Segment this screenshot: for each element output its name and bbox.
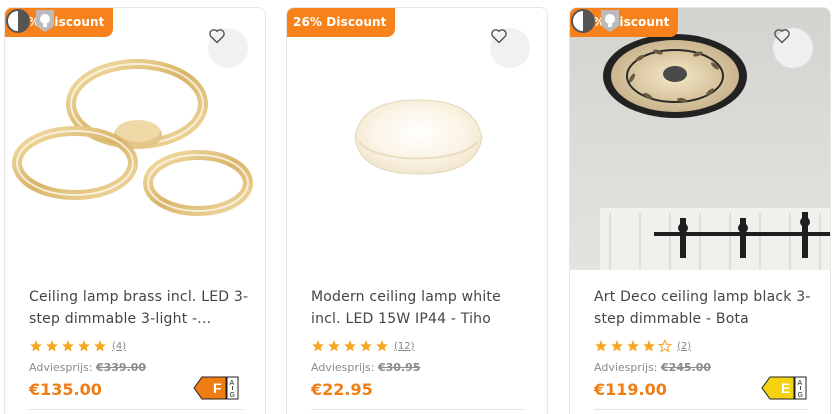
star-icon [627,340,639,352]
star-empty-icon [658,339,672,353]
energy-scale-top: A [798,380,803,387]
dimmable-icon [6,9,30,33]
star-icon [46,340,58,352]
advice-price: Adviesprijs: €30.95 [311,361,420,374]
price: €135.00 [29,380,102,399]
star-rating [594,339,672,353]
divider [311,409,525,410]
old-price: €30.95 [377,361,421,374]
advice-price: Adviesprijs: €245.00 [594,361,711,374]
old-price: €245.00 [660,361,712,374]
discount-badge: 26% Discount [287,8,395,37]
product-card[interactable]: 51% Discount Art Deco ceiling lamp black… [569,7,831,414]
star-icon [30,340,42,352]
divider [29,409,243,410]
star-icon [360,340,372,352]
old-price: €339.00 [95,361,147,374]
product-title[interactable]: Modern ceiling lamp white incl. LED 15W … [311,286,533,330]
energy-class: F [213,380,222,396]
product-grid: 60% Discount Ceiling lamp brass incl. LE… [4,7,836,414]
energy-scale-bottom: G [798,392,803,399]
advice-label: Adviesprijs: [311,361,375,374]
heart-icon[interactable] [208,28,248,68]
heart-icon[interactable] [490,28,530,68]
product-image[interactable]: 60% Discount [5,8,265,270]
divider [594,409,808,410]
price: €22.95 [311,380,373,399]
star-icon [312,340,324,352]
advice-price: Adviesprijs: €339.00 [29,361,146,374]
product-title[interactable]: Ceiling lamp brass incl. LED 3-step dimm… [29,286,251,330]
advice-label: Adviesprijs: [594,361,658,374]
product-card[interactable]: 26% Discount Modern ceiling lamp white i… [286,7,548,414]
star-icon [78,340,90,352]
bulb-included-icon [36,10,54,32]
star-icon [94,340,106,352]
bulb-included-icon [601,10,619,32]
dimmable-icon [571,9,595,33]
energy-class: E [781,380,790,396]
star-icon [344,340,356,352]
star-icon [643,340,655,352]
star-rating [311,339,389,353]
feature-icons [571,9,619,33]
star-icon [611,340,623,352]
review-count-link[interactable]: (4) [112,341,126,352]
star-icon [328,340,340,352]
heart-icon[interactable] [773,28,813,68]
rating: (12) [311,338,415,354]
review-count-link[interactable]: (2) [677,341,691,352]
star-icon [62,340,74,352]
product-card[interactable]: 60% Discount Ceiling lamp brass incl. LE… [4,7,266,414]
energy-scale-bottom: G [230,392,235,399]
rating: (2) [594,338,691,354]
advice-label: Adviesprijs: [29,361,93,374]
star-icon [376,340,388,352]
product-image[interactable]: 26% Discount [287,8,547,270]
feature-icons [6,9,54,33]
energy-label[interactable]: F A G [193,376,239,400]
energy-label[interactable]: E A G [761,376,807,400]
review-count-link[interactable]: (12) [394,341,415,352]
star-icon [595,340,607,352]
energy-scale-top: A [230,380,235,387]
rating: (4) [29,338,126,354]
product-title[interactable]: Art Deco ceiling lamp black 3-step dimma… [594,286,816,330]
price: €119.00 [594,380,667,399]
product-image[interactable]: 51% Discount [570,8,830,270]
star-rating [29,339,107,353]
